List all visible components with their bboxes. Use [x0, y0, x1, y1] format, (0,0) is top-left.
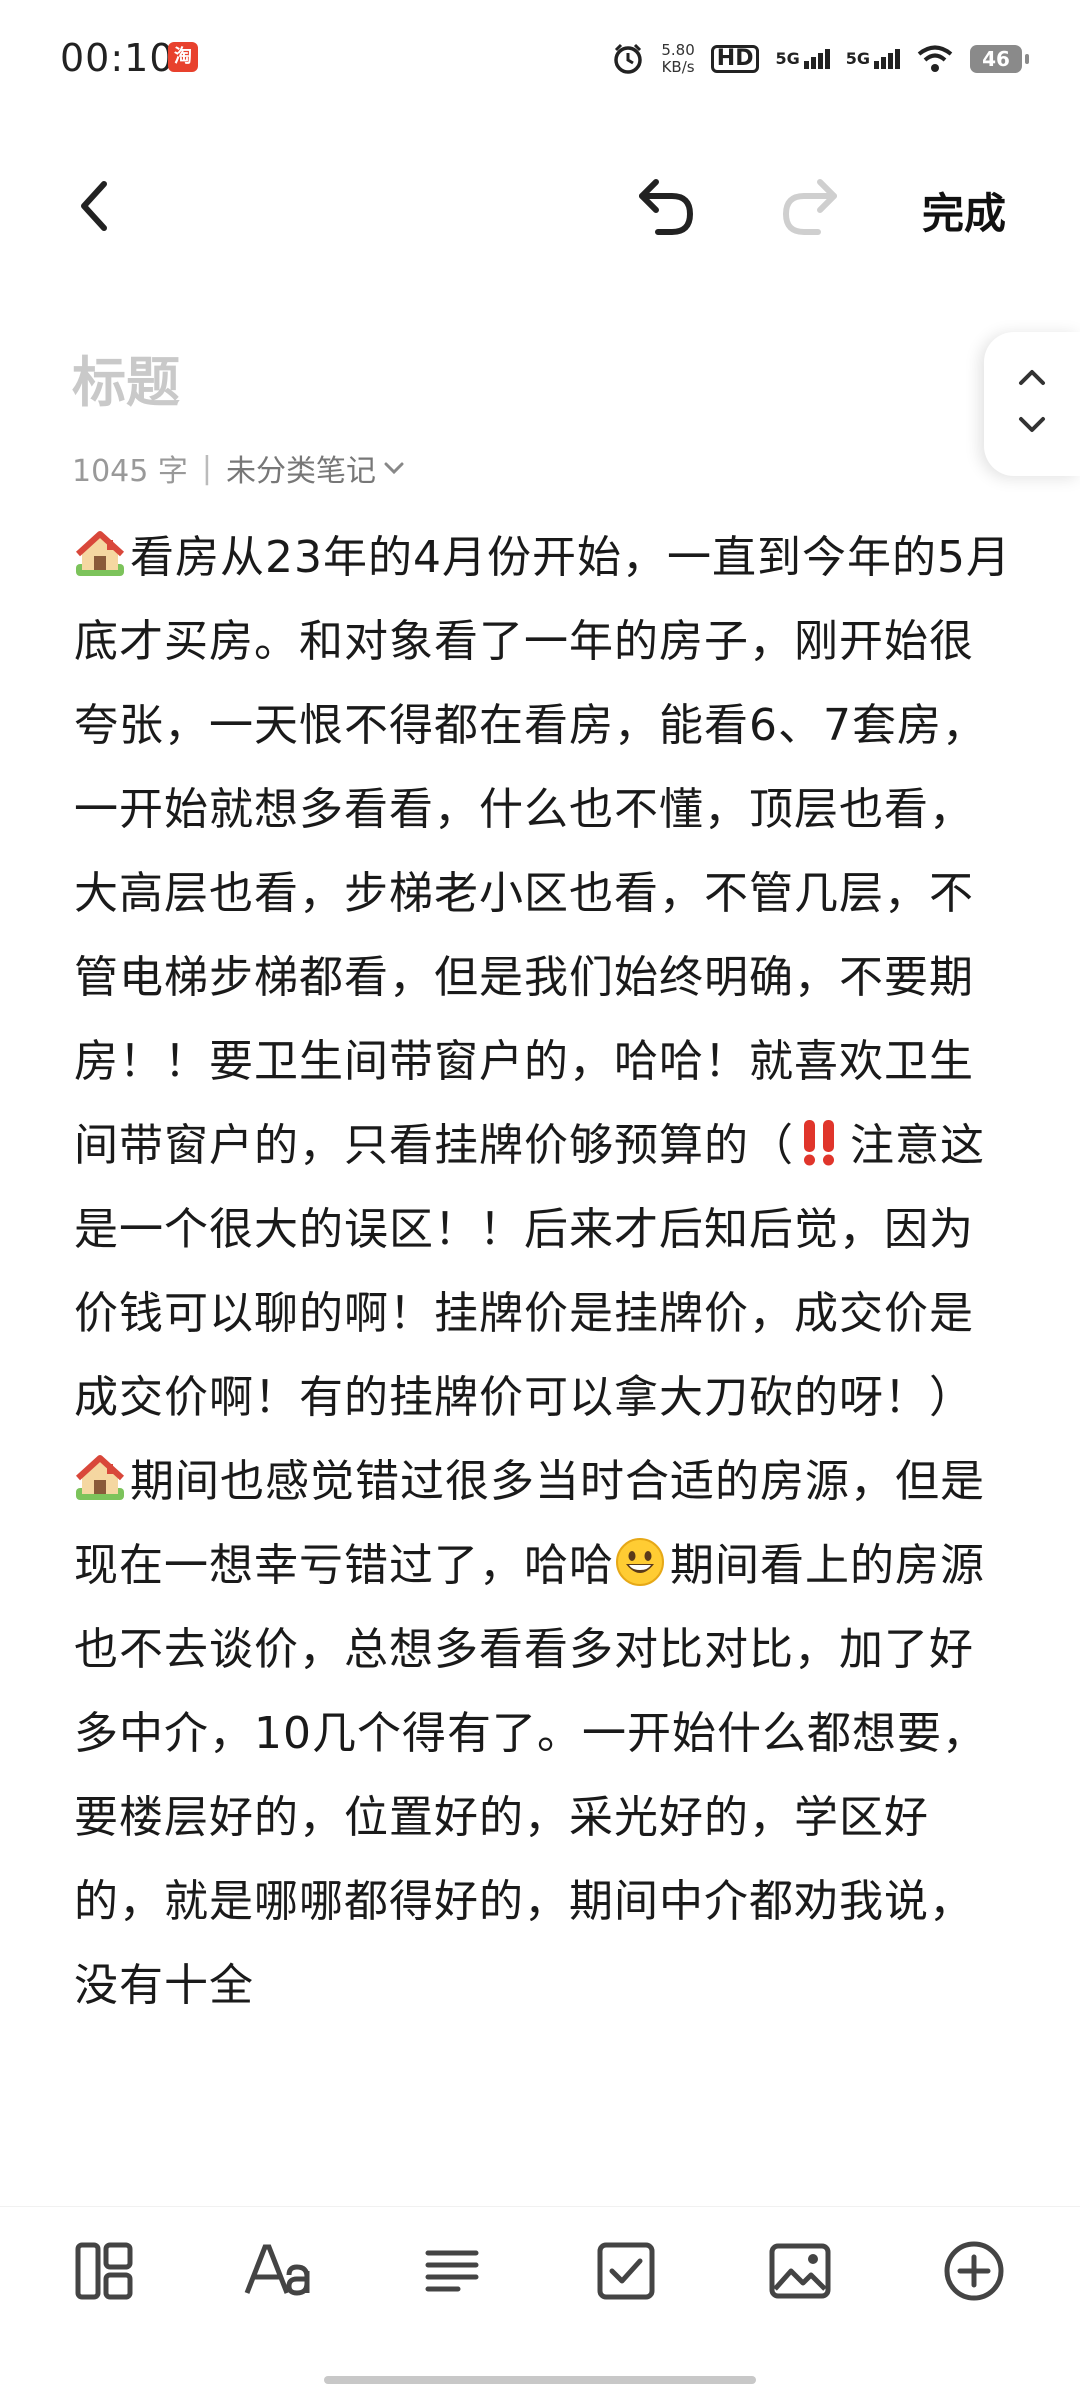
bottom-format-bar — [0, 2206, 1080, 2347]
editor-toolbar: 完成 — [0, 160, 1080, 252]
chevron-down-icon[interactable] — [384, 461, 404, 475]
font-icon — [244, 2244, 310, 2296]
checkbox-icon — [597, 2242, 655, 2300]
undo-icon — [639, 179, 694, 235]
layout-button[interactable] — [68, 2235, 140, 2307]
image-icon — [769, 2243, 831, 2299]
hd-voice-icon: HD — [710, 45, 760, 73]
meta-separator: | — [201, 450, 212, 486]
home-indicator[interactable] — [324, 2376, 756, 2384]
scroll-navigator[interactable] — [984, 332, 1080, 476]
note-body[interactable]: 看房从23年的4月份开始，一直到今年的5月底才买房。和对象看了一年的房子，刚开始… — [74, 516, 1014, 2028]
double-exclamation-icon — [804, 1120, 834, 1166]
note-title-input[interactable]: 标题 — [72, 338, 180, 417]
redo-icon — [782, 179, 837, 235]
house-emoji-icon — [75, 1455, 125, 1500]
chevron-down-icon[interactable] — [1018, 416, 1046, 434]
insert-image-button[interactable] — [764, 2235, 836, 2307]
battery-icon: 46 — [970, 45, 1029, 73]
font-style-button[interactable] — [242, 2235, 314, 2307]
checklist-button[interactable] — [590, 2235, 662, 2307]
note-paragraph: 看房从23年的4月份开始，一直到今年的5月底才买房。和对象看了一年的房子，刚开始… — [74, 516, 1014, 1440]
status-icons: 5.80 KB/s HD 5G 5G 46 — [611, 38, 1029, 80]
add-circle-icon — [944, 2241, 1004, 2301]
chevron-up-icon[interactable] — [1018, 368, 1046, 386]
signal-5g-icon: 5G — [775, 49, 830, 69]
network-speed: 5.80 KB/s — [661, 41, 695, 76]
chevron-left-icon — [81, 181, 107, 231]
grinning-face-emoji-icon — [616, 1538, 664, 1586]
redo-button[interactable] — [770, 160, 850, 252]
back-button[interactable] — [64, 160, 124, 252]
status-bar: 00:10 淘 5.80 KB/s HD 5G 5G 46 — [0, 0, 1080, 120]
done-button[interactable]: 完成 — [922, 180, 1006, 241]
word-count: 1045 字 — [72, 454, 188, 489]
taobao-app-icon: 淘 — [168, 42, 198, 72]
status-time: 00:10 — [60, 36, 175, 80]
wifi-icon — [917, 45, 953, 72]
note-paragraph: 期间也感觉错过很多当时合适的房源，但是现在一想幸亏错过了，哈哈 期间看上的房源也… — [74, 1440, 1014, 2028]
signal-5g-icon-2: 5G — [846, 49, 900, 69]
alarm-icon — [614, 43, 643, 74]
note-meta: 1045 字 | 未分类笔记 — [72, 446, 404, 490]
layout-icon — [75, 2242, 133, 2300]
insert-more-button[interactable] — [938, 2235, 1010, 2307]
house-emoji-icon — [75, 531, 125, 576]
category-selector[interactable]: 未分类笔记 — [226, 446, 376, 490]
paragraph-align-icon — [425, 2250, 479, 2292]
paragraph-align-button[interactable] — [416, 2235, 488, 2307]
undo-button[interactable] — [626, 160, 706, 252]
